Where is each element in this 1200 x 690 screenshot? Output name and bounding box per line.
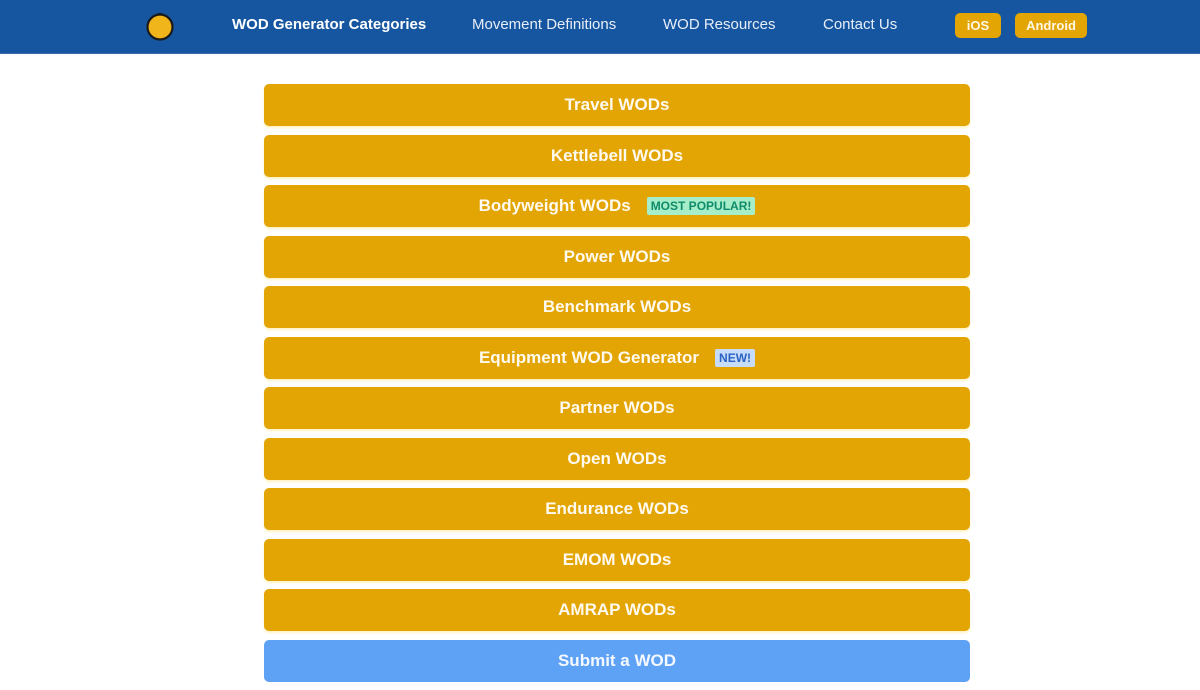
category-partner-wods[interactable]: Partner WODs <box>264 387 970 429</box>
category-bodyweight-wods[interactable]: Bodyweight WODs MOST POPULAR! <box>264 185 970 227</box>
new-badge: NEW! <box>715 348 756 367</box>
nav-wod-resources[interactable]: WOD Resources <box>663 16 776 33</box>
category-label: Equipment WOD Generator <box>478 347 700 367</box>
category-travel-wods[interactable]: Travel WODs <box>264 84 970 126</box>
category-label: Endurance WODs <box>545 499 689 518</box>
category-label: Power WODs <box>563 246 671 266</box>
category-label: AMRAP WODs <box>558 600 676 619</box>
category-equipment-wod-generator[interactable]: Equipment WOD Generator NEW! <box>264 336 970 379</box>
android-app-button[interactable]: Android <box>1015 13 1087 38</box>
most-popular-badge: MOST POPULAR! <box>646 197 756 215</box>
top-navbar: WOD Generator Categories Movement Defini… <box>0 0 1200 54</box>
category-endurance-wods[interactable]: Endurance WODs <box>264 488 970 530</box>
nav-wod-generator-categories[interactable]: WOD Generator Categories <box>232 16 426 33</box>
category-label: Open WODs <box>567 448 667 468</box>
category-emom-wods[interactable]: EMOM WODs <box>264 538 970 581</box>
nav-movement-definitions[interactable]: Movement Definitions <box>472 16 616 33</box>
category-power-wods[interactable]: Power WODs <box>264 235 970 278</box>
nav-contact-us[interactable]: Contact Us <box>823 16 897 33</box>
category-label: Travel WODs <box>564 95 670 114</box>
category-open-wods[interactable]: Open WODs <box>264 437 970 480</box>
category-label: EMOM WODs <box>562 549 672 569</box>
submit-wod-button[interactable]: Submit a WOD <box>264 639 970 682</box>
category-list: Travel WODs Kettlebell WODs Bodyweight W… <box>264 84 970 690</box>
category-label: Partner WODs <box>559 398 675 417</box>
submit-label: Submit a WOD <box>557 650 677 670</box>
category-kettlebell-wods[interactable]: Kettlebell WODs <box>264 134 970 177</box>
kettlebell-logo-icon[interactable] <box>145 9 175 41</box>
category-label: Kettlebell WODs <box>550 145 684 165</box>
category-benchmark-wods[interactable]: Benchmark WODs <box>264 286 970 328</box>
category-label: Benchmark WODs <box>542 297 692 316</box>
category-label: Bodyweight WODs <box>478 196 631 215</box>
category-amrap-wods[interactable]: AMRAP WODs <box>264 589 970 631</box>
ios-app-button[interactable]: iOS <box>955 13 1001 38</box>
